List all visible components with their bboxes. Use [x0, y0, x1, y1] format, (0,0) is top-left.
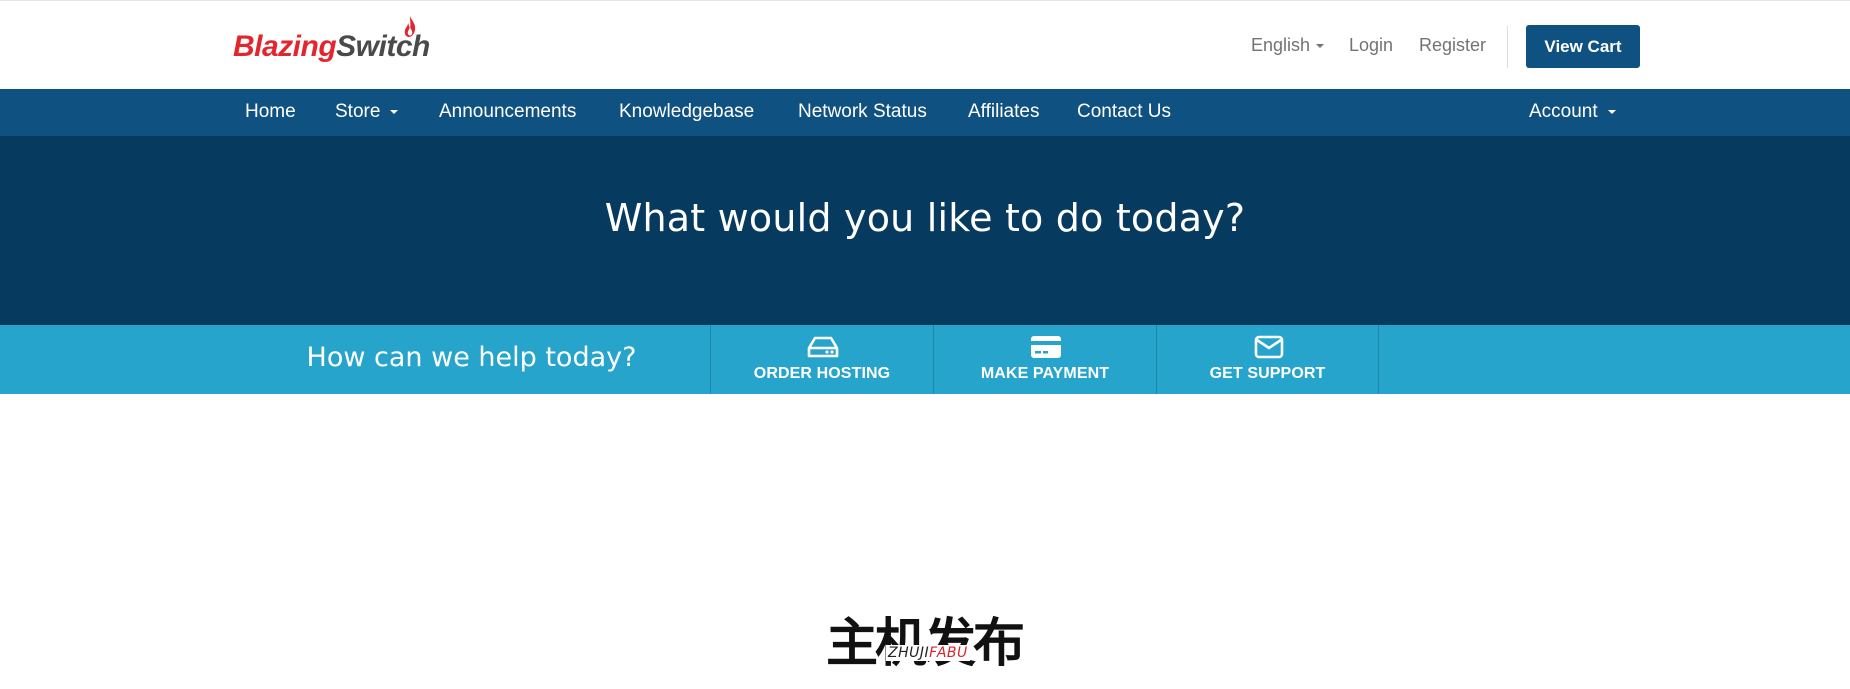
- hdd-icon: [807, 336, 839, 358]
- make-payment-label: MAKE PAYMENT: [980, 365, 1110, 382]
- chevron-down-icon: [390, 109, 399, 114]
- nav-store-label: Store: [335, 101, 381, 122]
- order-hosting-button[interactable]: ORDER HOSTING: [710, 325, 933, 394]
- nav-announcements[interactable]: Announcements: [439, 101, 576, 123]
- login-link[interactable]: Login: [1349, 35, 1393, 56]
- logo-word-blazing: Blazing: [233, 30, 337, 63]
- get-support-button[interactable]: GET SUPPORT: [1156, 325, 1379, 394]
- nav-knowledgebase[interactable]: Knowledgebase: [619, 101, 754, 123]
- nav-account[interactable]: Account: [1529, 101, 1616, 123]
- main-navigation: Home Store Announcements Knowledgebase N…: [0, 89, 1850, 136]
- nav-home[interactable]: Home: [245, 101, 296, 123]
- nav-network-status[interactable]: Network Status: [798, 101, 927, 123]
- site-logo[interactable]: BlazingSwitch: [233, 16, 473, 66]
- order-hosting-label: ORDER HOSTING: [753, 365, 891, 382]
- register-link[interactable]: Register: [1419, 35, 1486, 56]
- nav-store[interactable]: Store: [335, 101, 399, 123]
- make-payment-button[interactable]: MAKE PAYMENT: [933, 325, 1156, 394]
- language-label: English: [1251, 35, 1311, 55]
- nav-affiliates[interactable]: Affiliates: [968, 101, 1039, 123]
- nav-contact-us[interactable]: Contact Us: [1077, 101, 1171, 123]
- hero-banner: What would you like to do today?: [0, 136, 1850, 325]
- chevron-down-icon: [1316, 44, 1325, 49]
- language-dropdown[interactable]: English: [1251, 35, 1325, 56]
- brand-en-part2: FABU: [929, 645, 968, 661]
- nav-account-label: Account: [1529, 101, 1598, 122]
- help-title: How can we help today?: [306, 342, 637, 373]
- hero-title: What would you like to do today?: [604, 196, 1246, 240]
- brand-cn-text: 主机发布: [826, 614, 1025, 674]
- top-header: BlazingSwitch English Login Register Vie…: [0, 2, 1850, 89]
- view-cart-button[interactable]: View Cart: [1526, 25, 1640, 68]
- chevron-down-icon: [1607, 109, 1616, 114]
- zhujifabu-logo: 主机发布 ZHUJIFABU: [826, 603, 1026, 674]
- brand-en-text: ZHUJIFABU: [886, 645, 970, 661]
- get-support-label: GET SUPPORT: [1209, 365, 1326, 382]
- credit-card-icon: [1031, 336, 1061, 358]
- header-divider: [1507, 26, 1508, 68]
- envelope-icon: [1254, 335, 1284, 359]
- logo-word-switch: Switch: [336, 30, 430, 63]
- brand-en-part1: ZHUJI: [888, 645, 930, 661]
- logo-wordmark: BlazingSwitch: [233, 30, 430, 64]
- help-bar: How can we help today? ORDER HOSTING MAK…: [0, 325, 1850, 394]
